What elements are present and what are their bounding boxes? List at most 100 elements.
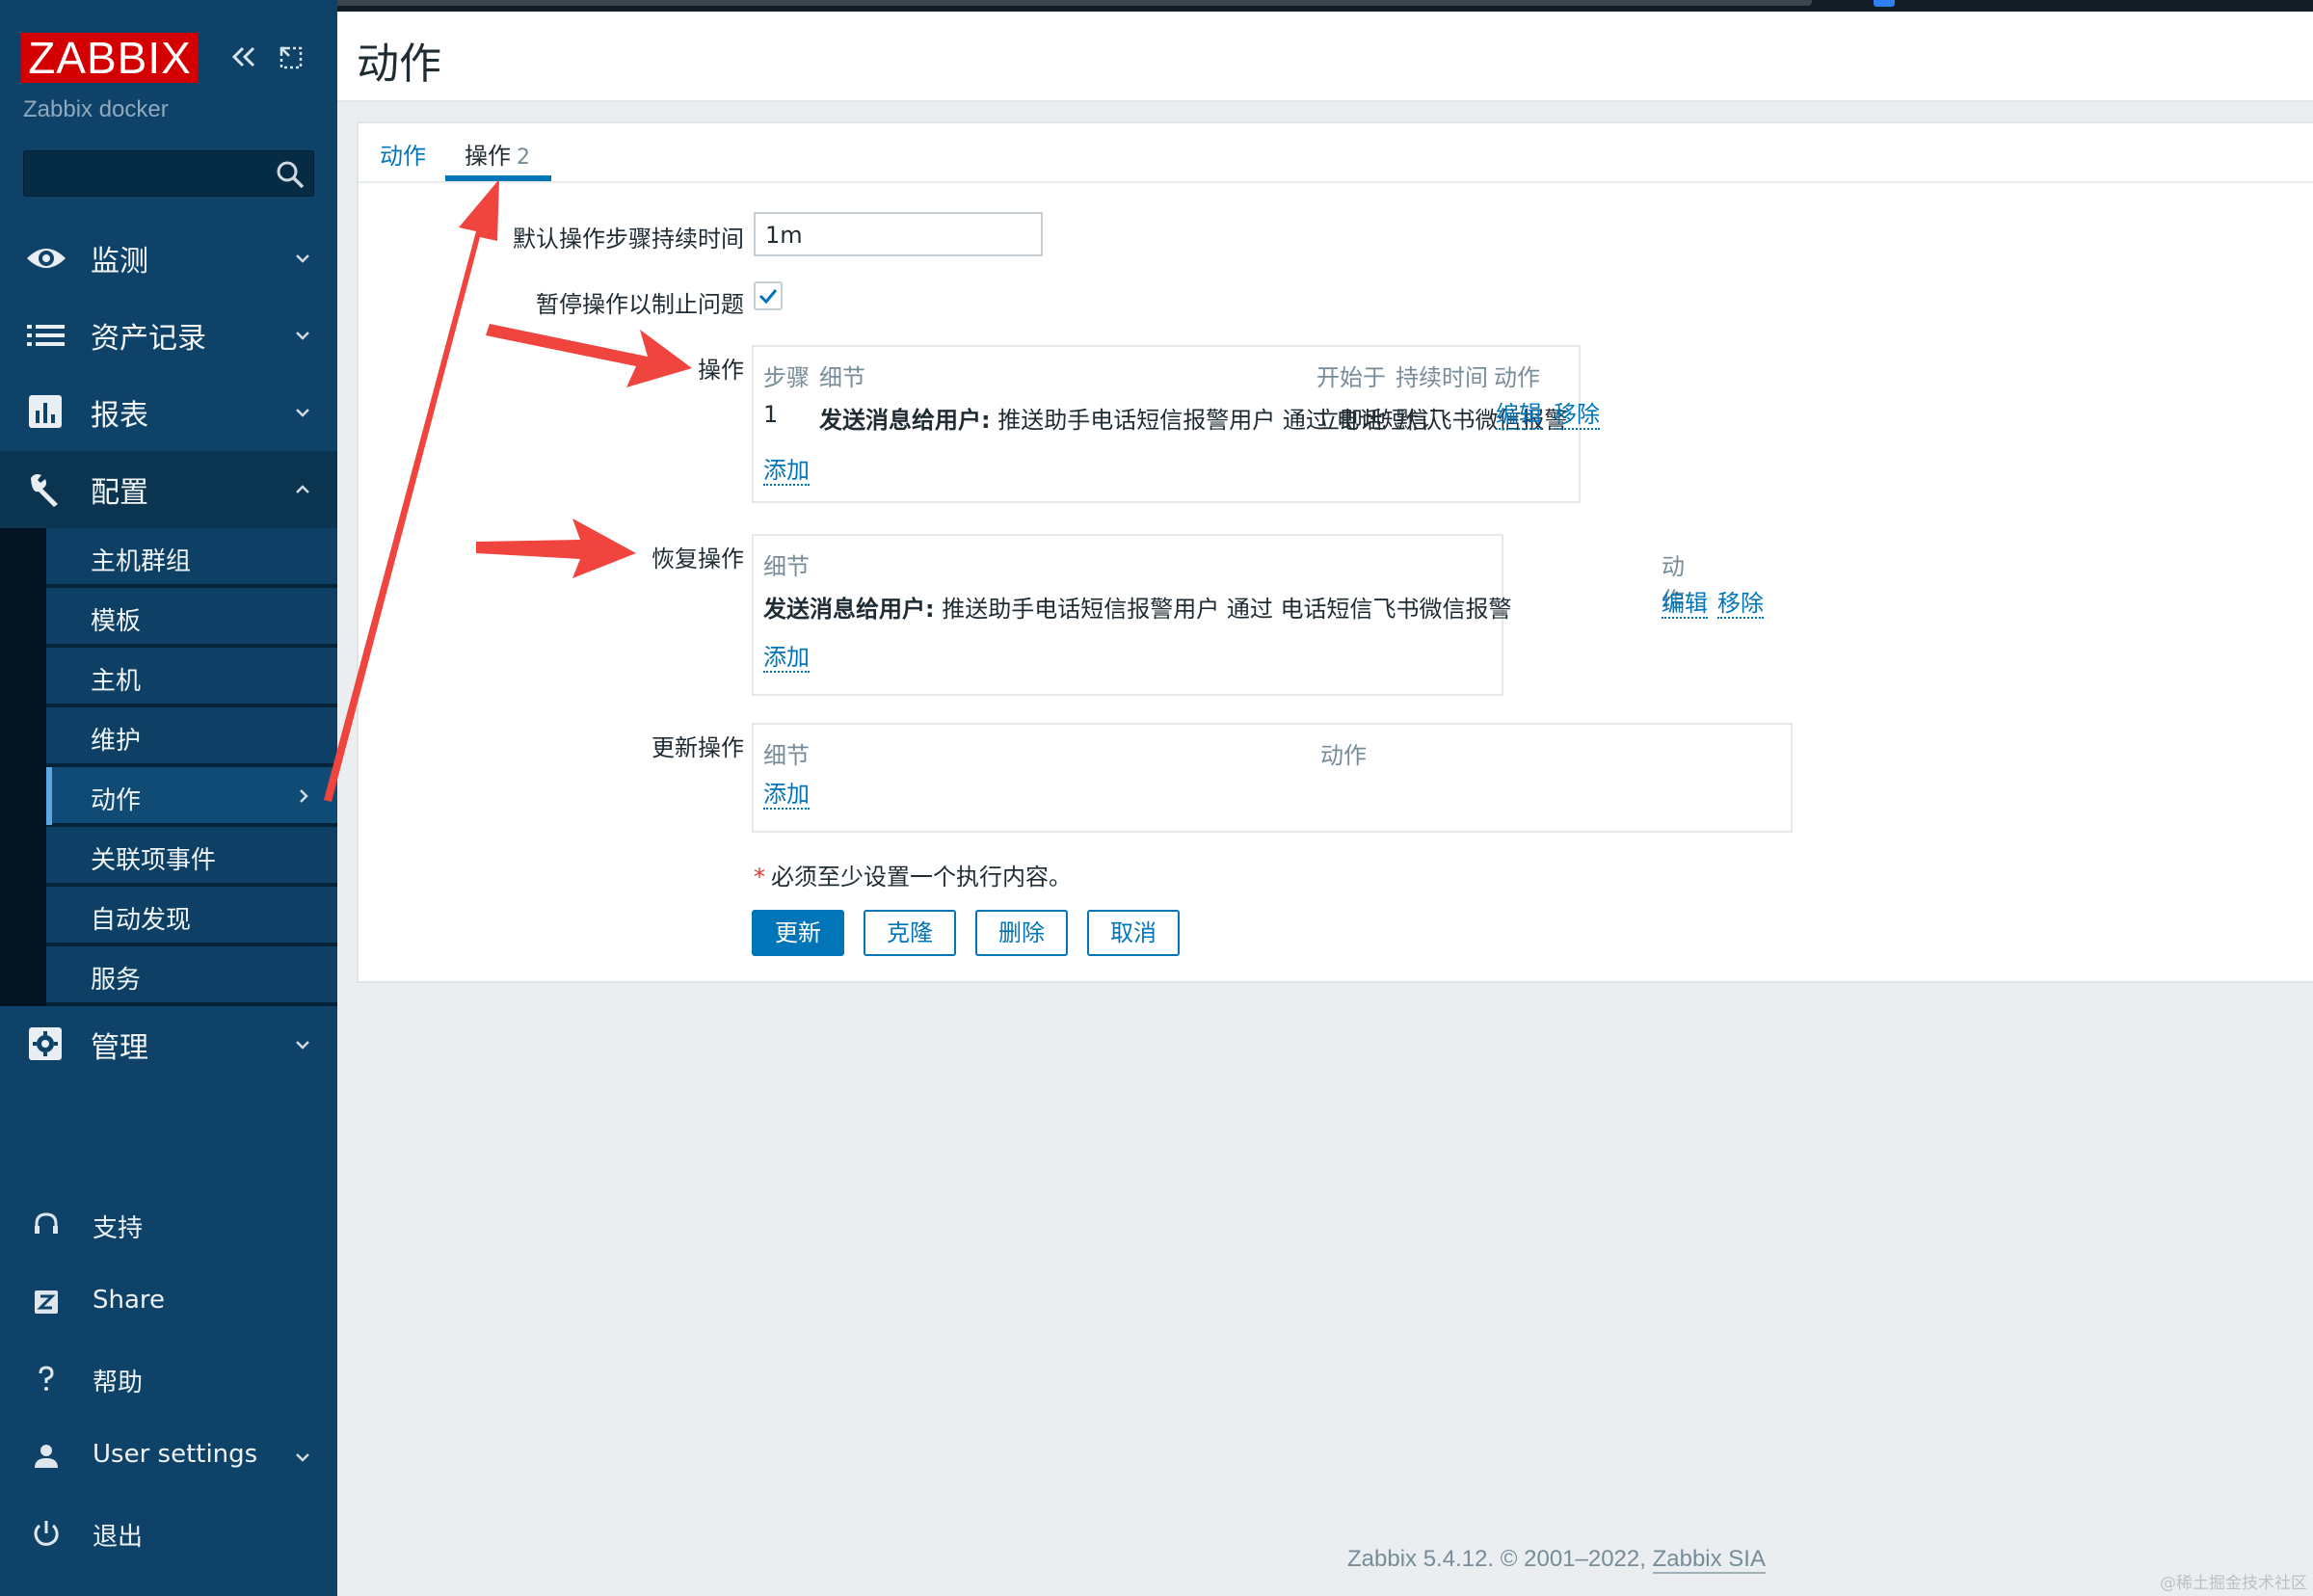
pause-suppressed-label: 暂停操作以制止问题 [536,291,744,318]
required-asterisk: * [754,864,765,891]
recovery-operations-table: 细节 动作 发送消息给用户: 推送助手电话短信报警用户 通过 电话短信飞书微信报… [752,534,1764,696]
recovery-edit-link[interactable]: 编辑 [1662,590,1708,619]
help-icon [39,1366,54,1391]
help-label: 帮助 [93,1369,144,1397]
update-add-link[interactable]: 添加 [763,781,810,810]
operation-edit-link[interactable]: 编辑 [1496,401,1542,430]
delete-button[interactable]: 删除 [975,910,1068,956]
recovery-operation-details: 发送消息给用户: 推送助手电话短信报警用户 通过 电话短信飞书微信报警 [763,590,1512,624]
submenu-item-event-correlation[interactable]: 关联项事件 [46,827,337,885]
recovery-add-link[interactable]: 添加 [763,644,810,673]
share-icon [35,1290,58,1314]
operation-detail-type: 发送消息给用户: [819,407,991,434]
menu-inventory[interactable]: 资产记录 [0,297,337,374]
chevron-right-icon [300,789,308,803]
chevron-down-icon [296,1041,309,1050]
sidebar: ZABBIX Zabbix docker 监测 资产记录 报表 配置 主机群组 … [0,0,337,1596]
menu-configuration[interactable]: 配置 [0,451,337,528]
menu-reports[interactable]: 报表 [0,374,337,451]
tab-bar: 动作 操作 2 [359,123,2313,183]
sign-out-label: 退出 [93,1523,144,1552]
recovery-detail-type: 发送消息给用户: [763,596,935,623]
submenu-stripe [0,528,46,1006]
configuration-submenu: 主机群组 模板 主机 维护 动作 关联项事件 自动发现 服务 [0,528,337,1006]
user-settings-link[interactable]: User settings [0,1423,337,1490]
submenu-label: 主机 [91,667,142,696]
share-link[interactable]: Share [0,1268,337,1336]
recovery-operations-label: 恢复操作 [651,545,744,572]
submenu-item-hosts[interactable]: 主机 [46,648,337,705]
footer-link[interactable]: Zabbix SIA [1652,1546,1766,1574]
headset-icon [35,1212,58,1234]
menu-administration[interactable]: 管理 [0,1006,337,1083]
cancel-button[interactable]: 取消 [1087,910,1180,956]
chevron-down-icon [296,332,309,340]
kiosk-mode-icon[interactable] [278,44,305,71]
menu-monitoring[interactable]: 监测 [0,220,337,297]
server-name: Zabbix docker [23,96,169,122]
clone-button[interactable]: 克隆 [864,910,956,956]
menu-label: 配置 [91,476,148,510]
gear-icon [29,1027,62,1060]
required-note-text: 必须至少设置一个执行内容。 [771,864,1072,891]
submenu-label: 服务 [91,966,142,995]
column-header-action: 动作 [1494,364,1540,391]
submenu-label: 关联项事件 [91,846,217,875]
submenu-label: 维护 [91,727,142,756]
sign-out-link[interactable]: 退出 [0,1500,337,1567]
watermark: @稀土掘金技术社区 [2160,1574,2307,1593]
required-note: * 必须至少设置一个执行内容。 [754,858,1072,891]
zabbix-logo[interactable]: ZABBIX [21,33,199,83]
update-button[interactable]: 更新 [752,910,844,956]
operation-details: 发送消息给用户: 推送助手电话短信报警用户 通过 电话短信飞书微信报警 [819,401,1568,435]
user-icon [35,1445,58,1468]
support-link[interactable]: 支持 [0,1191,337,1259]
support-label: 支持 [93,1214,144,1243]
menu-label: 资产记录 [91,322,206,356]
chevron-down-icon [296,1453,309,1462]
user-settings-label: User settings [93,1440,258,1469]
update-operations-table: 细节 动作 添加 [752,723,1793,833]
submenu-label: 模板 [91,607,142,636]
submenu-label: 动作 [91,786,142,815]
submenu-label: 自动发现 [91,906,192,935]
browser-indicator [1874,0,1895,7]
submenu-item-templates[interactable]: 模板 [46,588,337,646]
submenu-item-discovery[interactable]: 自动发现 [46,887,337,944]
chevron-up-icon [296,485,309,493]
search-icon[interactable] [275,159,306,190]
submenu-item-actions[interactable]: 动作 [46,767,337,825]
active-tab-indicator [445,175,551,181]
chevron-down-icon [296,254,309,263]
operation-remove-link[interactable]: 移除 [1554,401,1600,430]
column-header-details: 细节 [819,364,865,391]
submenu-item-services[interactable]: 服务 [46,946,337,1004]
column-header-details: 细节 [763,742,810,769]
footer: Zabbix 5.4.12. © 2001–2022, Zabbix SIA [1347,1546,1766,1574]
browser-address-bar [279,0,1812,6]
window-top-strip [0,0,2313,12]
recovery-remove-link[interactable]: 移除 [1717,590,1764,619]
submenu-label: 主机群组 [91,547,192,576]
share-label: Share [93,1286,166,1315]
tab-action[interactable]: 动作 [380,137,426,171]
wrench-icon [31,474,58,507]
tab-operations[interactable]: 操作 2 [465,137,530,171]
operation-duration: 默认 [1396,407,1442,434]
recovery-detail-text: 推送助手电话短信报警用户 通过 电话短信飞书微信报警 [942,596,1512,623]
submenu-item-maintenance[interactable]: 维护 [46,707,337,765]
operation-detail-text: 推送助手电话短信报警用户 通过 电话短信飞书微信报警 [997,407,1568,434]
column-header-step: 步骤 [763,364,810,391]
operation-step: 1 [763,401,779,428]
page-title: 动作 [357,40,441,89]
search-input[interactable] [23,150,314,197]
footer-text: Zabbix 5.4.12. © 2001–2022, [1347,1546,1646,1572]
submenu-item-host-groups[interactable]: 主机群组 [46,528,337,586]
operations-table: 步骤 细节 开始于 持续时间 动作 1 发送消息给用户: 推送助手电话短信报警用… [752,345,1600,503]
collapse-sidebar-icon[interactable] [227,40,260,73]
help-link[interactable]: 帮助 [0,1345,337,1413]
pause-suppressed-checkbox[interactable] [754,281,783,310]
default-step-duration-label: 默认操作步骤持续时间 [513,226,744,253]
operation-add-link[interactable]: 添加 [763,457,810,486]
default-step-duration-input[interactable]: 1m [754,212,1043,256]
